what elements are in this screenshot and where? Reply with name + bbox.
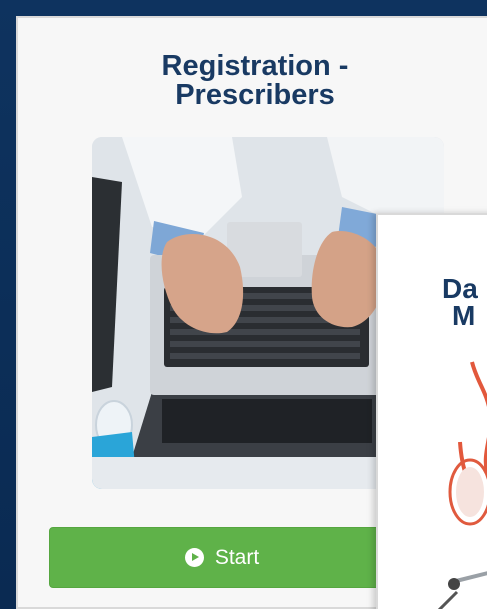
device-image	[437, 361, 487, 609]
play-icon	[184, 548, 204, 567]
card-title-secondary: Da M	[442, 248, 487, 356]
start-button[interactable]: Start	[49, 527, 395, 588]
card-title-secondary-line2: M	[452, 300, 476, 331]
page: Registration - Prescribers Start Da M	[0, 0, 487, 609]
card-title: Registration - Prescribers	[161, 50, 349, 111]
course-card-secondary[interactable]: Da M	[376, 213, 487, 609]
start-button-label: Start	[214, 545, 260, 569]
